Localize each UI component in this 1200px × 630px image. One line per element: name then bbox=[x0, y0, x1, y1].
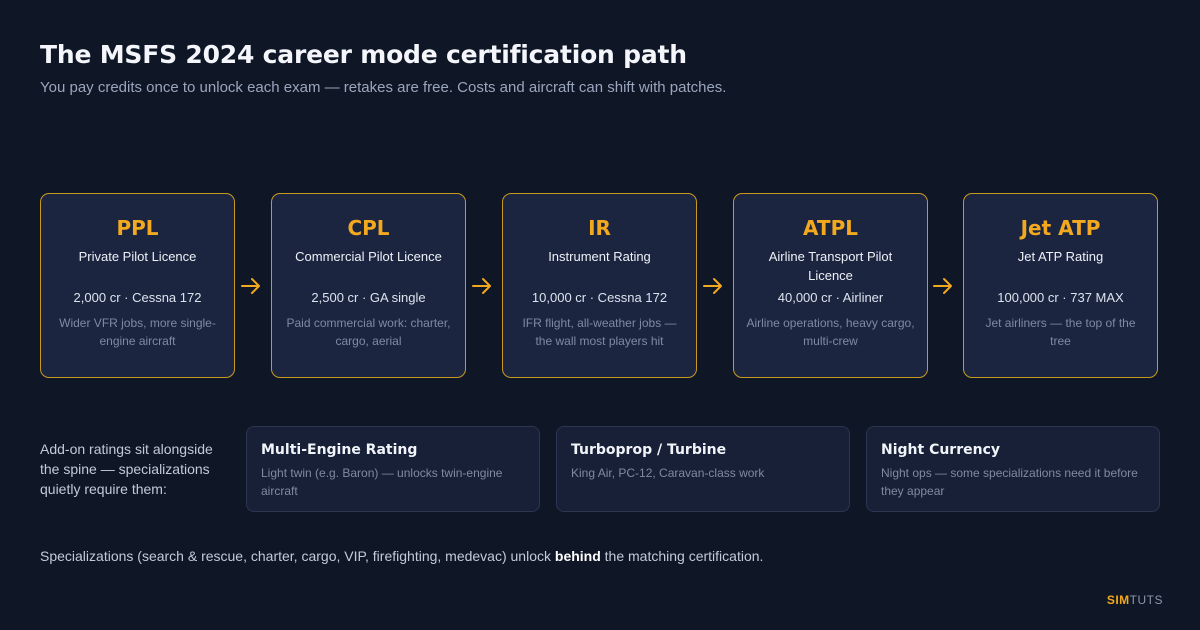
brand-logo: SIMTUTS bbox=[1107, 593, 1163, 607]
cert-name: Commercial Pilot Licence bbox=[295, 249, 442, 264]
addon-intro-text: Add-on ratings sit alongside the spine —… bbox=[40, 441, 213, 497]
cert-cost: 100,000 cr · 737 MAX bbox=[997, 290, 1124, 305]
cert-card-atpl: ATPL Airline Transport Pilot Licence 40,… bbox=[733, 193, 928, 378]
cert-cost: 40,000 cr · Airliner bbox=[777, 290, 884, 305]
addon-name: Turboprop / Turbine bbox=[571, 442, 727, 458]
arrow-right-icon bbox=[241, 278, 260, 294]
addon-name: Multi-Engine Rating bbox=[261, 442, 418, 458]
addon-card-night-currency: Night Currency Night ops — some speciali… bbox=[866, 426, 1160, 512]
arrow-right-icon bbox=[933, 278, 952, 294]
cert-description: Wider VFR jobs, more single-engine aircr… bbox=[59, 316, 216, 348]
addon-name: Night Currency bbox=[881, 442, 1001, 458]
cert-abbr: CPL bbox=[347, 216, 390, 240]
cert-name: Instrument Rating bbox=[548, 249, 651, 264]
cert-card-cpl: CPL Commercial Pilot Licence 2,500 cr · … bbox=[271, 193, 466, 378]
footnote-emphasis: behind bbox=[554, 548, 601, 564]
brand-logo-part1: SIM bbox=[1106, 593, 1130, 607]
cert-description: Airline operations, heavy cargo, multi-c… bbox=[746, 316, 915, 348]
footnote: Specializations (search & rescue, charte… bbox=[40, 548, 763, 564]
addon-description: King Air, PC-12, Caravan-class work bbox=[571, 466, 765, 480]
addon-card-multi-engine: Multi-Engine Rating Light twin (e.g. Bar… bbox=[246, 426, 540, 512]
cert-card-ir: IR Instrument Rating 10,000 cr · Cessna … bbox=[502, 193, 697, 378]
addon-description: Light twin (e.g. Baron) — unlocks twin-e… bbox=[261, 466, 503, 498]
cert-cost: 2,000 cr · Cessna 172 bbox=[73, 290, 202, 305]
cert-description: IFR flight, all-weather jobs — the wall … bbox=[522, 316, 677, 348]
cert-name: Jet ATP Rating bbox=[1017, 249, 1104, 264]
cert-abbr: ATPL bbox=[803, 216, 858, 240]
addon-card-turboprop: Turboprop / Turbine King Air, PC-12, Car… bbox=[556, 426, 850, 512]
cert-card-ppl: PPL Private Pilot Licence 2,000 cr · Ces… bbox=[40, 193, 235, 378]
footnote-text-end: the matching certification. bbox=[600, 548, 764, 564]
footnote-text-start: Specializations (search & rescue, charte… bbox=[40, 548, 555, 564]
brand-logo-part2: TUTS bbox=[1129, 593, 1163, 607]
page-title: The MSFS 2024 career mode certification … bbox=[40, 40, 687, 69]
cert-cost: 2,500 cr · GA single bbox=[311, 290, 426, 305]
cert-abbr: PPL bbox=[116, 216, 159, 240]
cert-cost: 10,000 cr · Cessna 172 bbox=[531, 290, 668, 305]
page-subtitle: You pay credits once to unlock each exam… bbox=[40, 79, 727, 96]
cert-description: Jet airliners — the top of the tree bbox=[985, 316, 1136, 348]
cert-description: Paid commercial work: charter, cargo, ae… bbox=[286, 316, 451, 348]
addon-description: Night ops — some specializations need it… bbox=[881, 466, 1138, 498]
cert-abbr: Jet ATP bbox=[1020, 216, 1101, 240]
arrow-right-icon bbox=[472, 278, 491, 294]
cert-name: Airline Transport Pilot Licence bbox=[768, 249, 893, 283]
cert-card-jet-atp: Jet ATP Jet ATP Rating 100,000 cr · 737 … bbox=[963, 193, 1158, 378]
cert-name: Private Pilot Licence bbox=[78, 249, 197, 264]
arrow-right-icon bbox=[703, 278, 722, 294]
cert-abbr: IR bbox=[588, 216, 611, 240]
